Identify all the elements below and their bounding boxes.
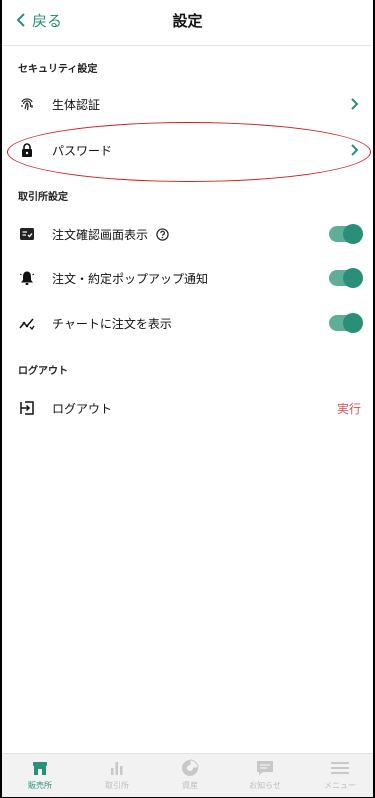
- page-title: 設定: [172, 12, 203, 30]
- toggle-knob: [343, 224, 363, 244]
- section-title-exchange: 取引所設定: [18, 192, 68, 203]
- settings-row-order-confirm: 注文確認画面表示: [2, 214, 373, 254]
- toggle-knob: [343, 268, 363, 288]
- settings-row-label-wrap: 注文確認画面表示: [52, 226, 169, 243]
- tab-store[interactable]: 販売所: [10, 758, 70, 797]
- settings-row-label: 生体認証: [52, 97, 101, 112]
- section-title-logout: ログアウト: [18, 366, 68, 377]
- settings-row-label: チャートに注文を表示: [52, 316, 172, 331]
- settings-row-logout[interactable]: ログアウト 実行: [2, 388, 373, 428]
- store-icon: [33, 762, 47, 775]
- pie-chart-icon: [182, 759, 199, 776]
- message-icon: [257, 761, 273, 775]
- settings-row-chart-orders: チャートに注文を表示: [2, 303, 373, 343]
- menu-icon: [331, 762, 349, 774]
- settings-row-label: ログアウト: [52, 401, 113, 416]
- app-screen: 戻る 設定 セキュリティ設定 生体認証 パスワード 取引所設定 注文確認画面表示…: [2, 0, 373, 797]
- bottom-tab-bar: 販売所 取引所 資産 お知らせ メニュー: [2, 753, 373, 797]
- tab-menu[interactable]: メニュー: [310, 758, 370, 797]
- tab-label: 取引所: [105, 781, 129, 790]
- fingerprint-icon: [18, 95, 36, 113]
- tab-label: 販売所: [28, 781, 52, 790]
- logout-icon: [18, 399, 36, 417]
- settings-row-label: 注文確認画面表示: [52, 227, 149, 242]
- bar-chart-icon: [111, 762, 123, 775]
- tab-exchange[interactable]: 取引所: [87, 758, 147, 797]
- chart-orders-toggle[interactable]: [329, 313, 363, 333]
- order-confirm-toggle[interactable]: [329, 224, 363, 244]
- settings-row-order-notify: 注文・約定ポップアップ通知: [2, 258, 373, 298]
- tab-news[interactable]: お知らせ: [235, 758, 295, 797]
- order-notify-toggle[interactable]: [329, 268, 363, 288]
- help-circle-icon[interactable]: [156, 227, 169, 241]
- settings-row-biometric[interactable]: 生体認証: [2, 84, 373, 124]
- logout-execute-link[interactable]: 実行: [337, 400, 361, 417]
- tab-label: メニュー: [324, 781, 356, 790]
- chevron-right-icon: [351, 98, 359, 110]
- settings-row-label: パスワード: [52, 143, 113, 158]
- chart-order-icon: [18, 314, 36, 332]
- lock-icon: [18, 141, 36, 159]
- toggle-knob: [343, 313, 363, 333]
- header: 戻る 設定: [2, 0, 373, 46]
- settings-row-label: 注文・約定ポップアップ通知: [52, 271, 209, 286]
- tab-label: お知らせ: [249, 781, 281, 790]
- order-confirm-icon: [18, 225, 36, 243]
- settings-row-password[interactable]: パスワード: [2, 130, 373, 170]
- section-title-security: セキュリティ設定: [18, 64, 98, 75]
- tab-label: 資産: [182, 781, 198, 790]
- bell-icon: [18, 269, 36, 287]
- tab-assets[interactable]: 資産: [160, 758, 220, 797]
- chevron-right-icon: [351, 144, 359, 156]
